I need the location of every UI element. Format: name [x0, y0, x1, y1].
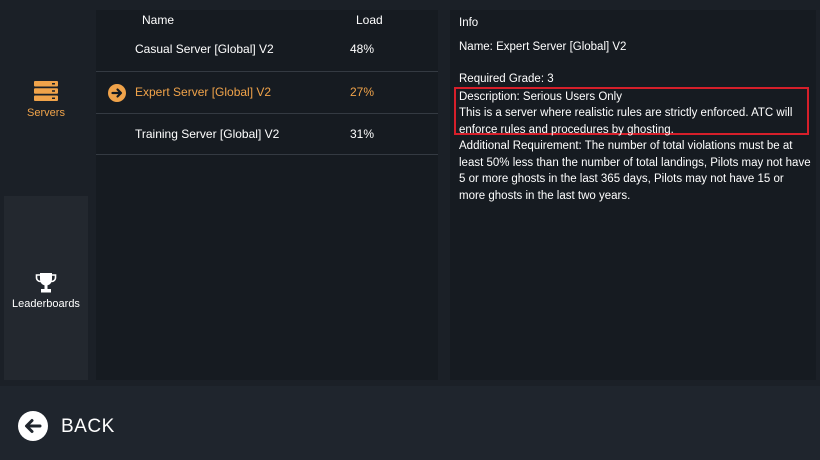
back-button[interactable]: BACK: [18, 411, 138, 441]
tab-leaderboards[interactable]: Leaderboards: [4, 196, 88, 380]
server-list-panel: Name Load Casual Server [Global] V2 48% …: [96, 10, 438, 380]
bottom-bar: BACK: [0, 386, 820, 460]
trophy-icon: [34, 272, 58, 299]
info-panel: Info Name: Expert Server [Global] V2 Req…: [450, 10, 816, 380]
server-row-training[interactable]: Training Server [Global] V2 31%: [96, 113, 438, 155]
tab-leaderboards-label: Leaderboards: [12, 298, 80, 310]
servers-icon: [33, 80, 59, 107]
info-server-name: Name: Expert Server [Global] V2: [459, 41, 627, 53]
server-name: Casual Server [Global] V2: [135, 42, 274, 56]
info-additional-requirement: Additional Requirement: The number of to…: [459, 140, 811, 202]
column-header-load: Load: [356, 13, 383, 27]
back-arrow-icon: [18, 411, 48, 441]
tab-servers-label: Servers: [27, 107, 65, 119]
back-label: BACK: [61, 416, 115, 437]
server-row-expert[interactable]: Expert Server [Global] V2 27%: [96, 71, 438, 113]
info-description-title: Description: Serious Users Only: [459, 91, 622, 103]
column-header-name: Name: [142, 13, 175, 27]
server-name: Training Server [Global] V2: [135, 127, 280, 141]
server-load: 27%: [350, 85, 375, 99]
server-row-casual[interactable]: Casual Server [Global] V2 48%: [96, 29, 438, 71]
info-required-grade: Required Grade: 3: [459, 73, 554, 85]
info-description-body: This is a server where realistic rules a…: [459, 107, 793, 136]
info-title: Info: [459, 17, 479, 29]
arrow-right-circle-icon: [108, 84, 126, 102]
server-name: Expert Server [Global] V2: [135, 85, 272, 99]
server-select-screen: Servers Leaderboards Name Load Casual Se…: [0, 0, 820, 460]
tab-servers[interactable]: Servers: [4, 10, 88, 194]
server-load: 31%: [350, 127, 375, 141]
server-load: 48%: [350, 42, 375, 56]
